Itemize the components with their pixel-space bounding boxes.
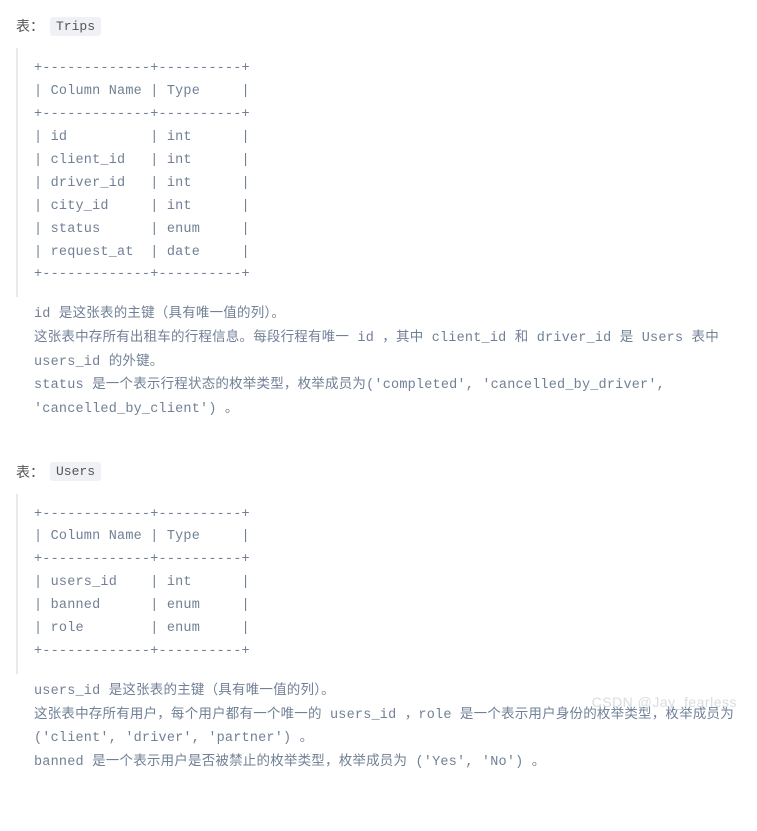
table1-description: id 是这张表的主键（具有唯一值的列）。 这张表中存所有出租车的行程信息。每段行… [16, 303, 741, 421]
table2-schema: +-------------+----------+ | Column Name… [16, 494, 741, 675]
table1-schema: +-------------+----------+ | Column Name… [16, 48, 741, 297]
table2-header: 表： Users [16, 462, 741, 482]
table2-description: users_id 是这张表的主键（具有唯一值的列）。 这张表中存所有用户，每个用… [16, 680, 741, 775]
table1-name-code: Trips [50, 17, 101, 36]
table1-prefix: 表： [16, 16, 44, 36]
table2-prefix: 表： [16, 462, 44, 482]
table1-header: 表： Trips [16, 16, 741, 36]
table2-name-code: Users [50, 462, 101, 481]
